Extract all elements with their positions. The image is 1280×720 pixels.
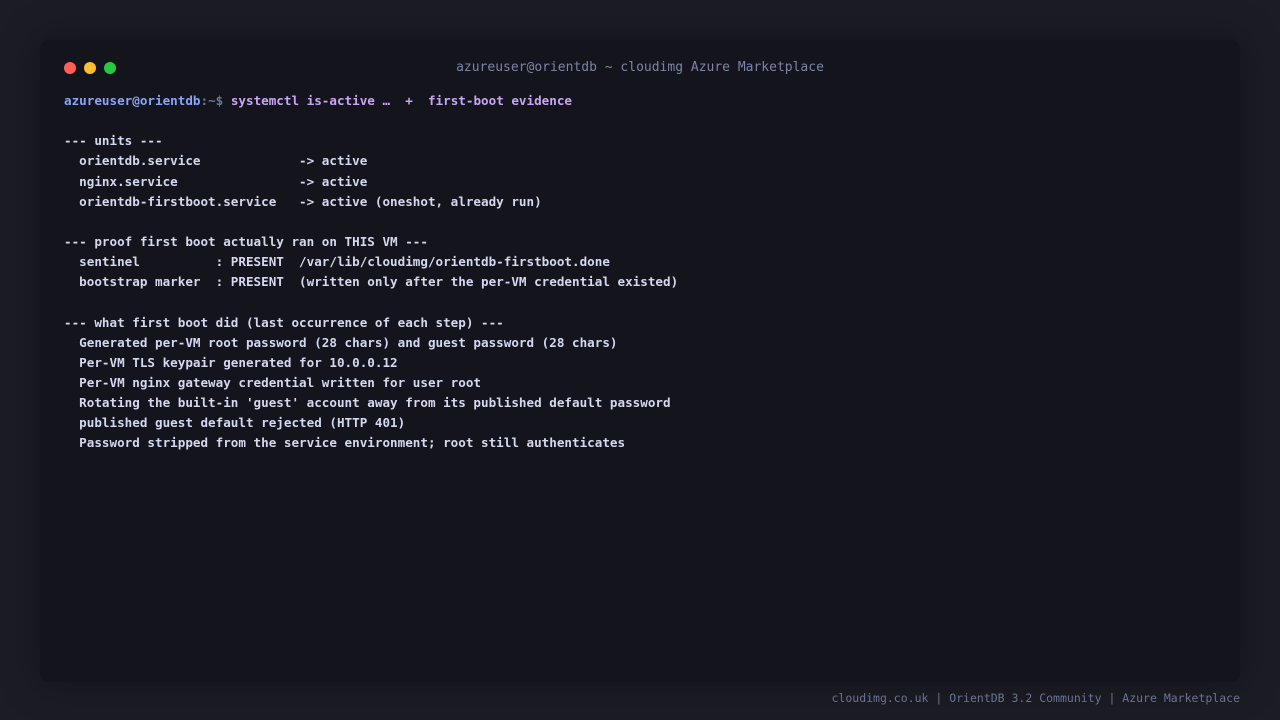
output-line: orientdb.service -> active: [64, 153, 368, 169]
window-title: azureuser@orientdb ~ cloudimg Azure Mark…: [456, 60, 824, 75]
output-line: Per-VM TLS keypair generated for 10.0.0.…: [64, 354, 398, 370]
output-line: Password stripped from the service envir…: [64, 435, 626, 451]
output-line: Rotating the built-in 'guest' account aw…: [64, 395, 671, 411]
section-header-units: --- units ---: [64, 133, 163, 149]
terminal-output[interactable]: azureuser@orientdb:~$ systemctl is-activ…: [64, 91, 1214, 454]
section-header-proof: --- proof first boot actually ran on THI…: [64, 233, 428, 249]
prompt-line: azureuser@orientdb:~$ systemctl is-activ…: [64, 91, 1214, 111]
output-line: nginx.service -> active: [64, 173, 368, 189]
output-line: sentinel : PRESENT /var/lib/cloudimg/ori…: [64, 254, 610, 270]
terminal-window: azureuser@orientdb ~ cloudimg Azure Mark…: [40, 40, 1240, 682]
output-line: bootstrap marker : PRESENT (written only…: [64, 274, 679, 290]
output-line: Generated per-VM root password (28 chars…: [64, 334, 618, 350]
title-bar: azureuser@orientdb ~ cloudimg Azure Mark…: [40, 40, 1240, 96]
prompt-command: systemctl is-active … + first-boot evide…: [223, 93, 573, 108]
footer-text: cloudimg.co.uk | OrientDB 3.2 Community …: [831, 691, 1241, 705]
section-header-first-boot: --- what first boot did (last occurrence…: [64, 314, 504, 330]
prompt-path: :~$: [200, 93, 224, 108]
output-line: orientdb-firstboot.service -> active (on…: [64, 193, 542, 209]
prompt-user-host: azureuser@orientdb: [64, 93, 201, 108]
output-line: published guest default rejected (HTTP 4…: [64, 415, 406, 431]
output-line: Per-VM nginx gateway credential written …: [64, 374, 482, 390]
